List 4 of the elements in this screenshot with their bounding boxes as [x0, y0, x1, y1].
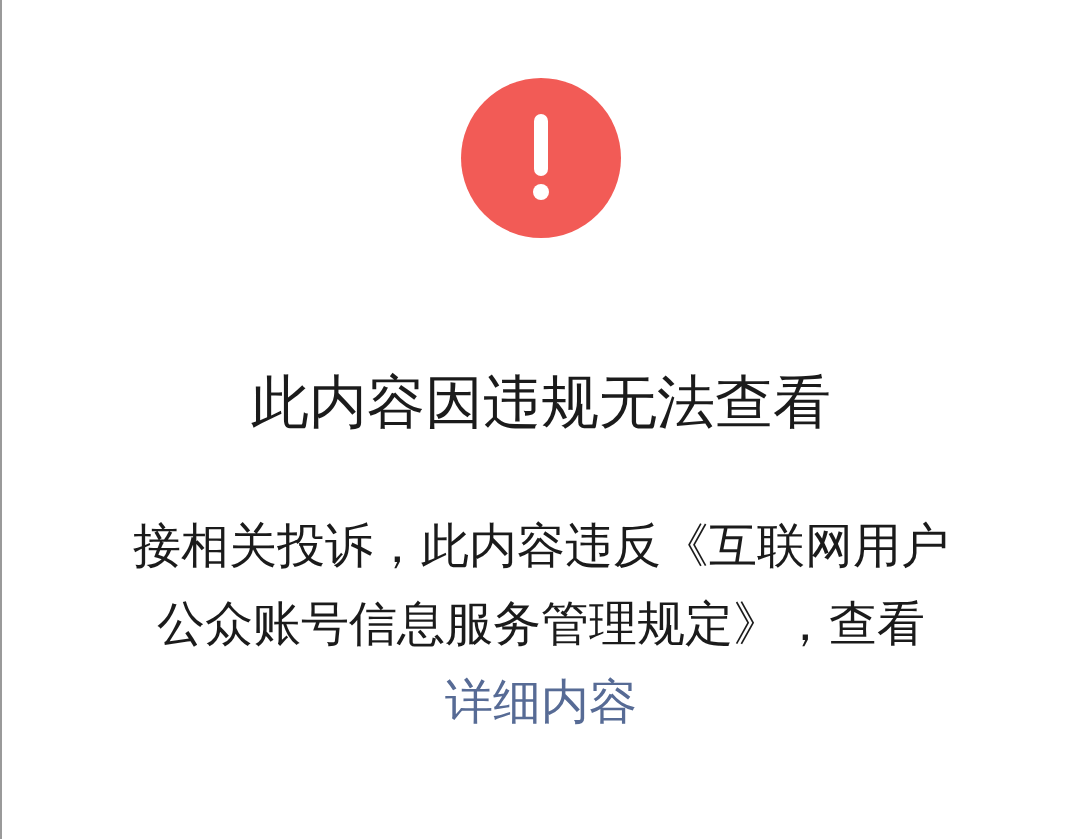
warning-icon	[461, 78, 621, 238]
notice-title: 此内容因违规无法查看	[251, 368, 831, 438]
notice-message: 接相关投诉，此内容违反《互联网用户公众账号信息服务管理规定》，查看 详细内容	[132, 515, 950, 731]
details-link[interactable]: 详细内容	[445, 672, 637, 729]
